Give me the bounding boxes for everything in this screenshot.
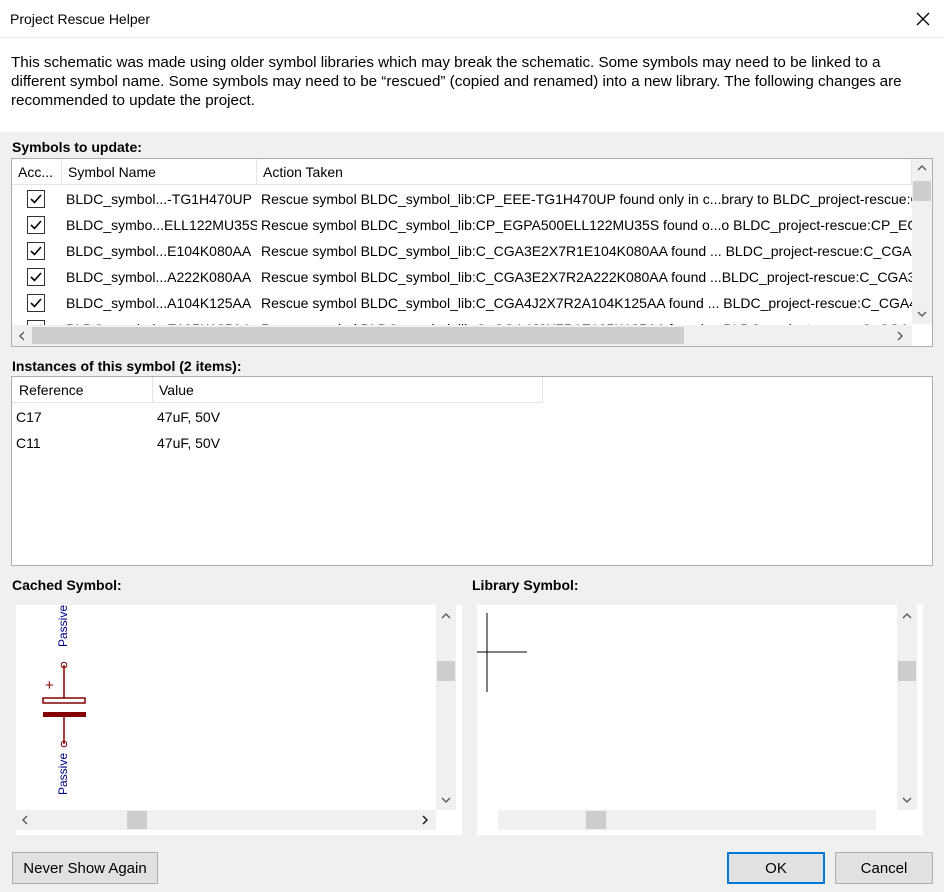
cached-horizontal-scroll-thumb[interactable]	[127, 811, 147, 829]
table-row[interactable]: C11 47uF, 50V	[12, 430, 552, 456]
crosshair-icon	[477, 613, 527, 692]
cached-vertical-scroll-thumb[interactable]	[437, 661, 455, 681]
scroll-down-icon[interactable]	[902, 795, 912, 807]
cached-symbol-preview[interactable]: + Passive Passive	[16, 605, 462, 835]
library-horizontal-scrollbar[interactable]	[498, 810, 876, 830]
library-vertical-scroll-thumb[interactable]	[898, 661, 916, 681]
symbol-name-cell: BLDC_symbol...-TG1H470UP	[66, 191, 252, 207]
plus-sign: +	[45, 677, 54, 694]
accept-checkbox[interactable]	[27, 242, 45, 260]
scroll-right-icon[interactable]	[896, 331, 904, 344]
ok-button[interactable]: OK	[727, 852, 825, 884]
pin-label-bottom: Passive	[56, 752, 70, 795]
accept-cell	[12, 212, 62, 238]
check-icon	[30, 272, 42, 282]
table-row[interactable]: BLDC_symbol...E104K080AA Rescue symbol BL…	[12, 238, 912, 264]
library-vertical-scrollbar[interactable]	[897, 605, 917, 810]
accept-checkbox[interactable]	[27, 190, 45, 208]
check-icon	[30, 246, 42, 256]
cached-vertical-scrollbar[interactable]	[436, 605, 456, 810]
column-action-taken[interactable]: Action Taken	[257, 159, 912, 185]
accept-cell	[12, 238, 62, 264]
capacitor-symbol-icon	[42, 661, 86, 748]
scroll-up-icon[interactable]	[917, 163, 927, 175]
check-icon	[30, 194, 42, 204]
value-cell: 47uF, 50V	[157, 435, 221, 451]
table-row[interactable]: BLDC_symbol...-TG1H470UP Rescue symbol BL…	[12, 186, 912, 212]
intro-panel: This schematic was made using older symb…	[0, 38, 944, 132]
column-reference[interactable]: Reference	[12, 377, 153, 403]
cancel-button[interactable]: Cancel	[835, 852, 933, 884]
column-symbol-name[interactable]: Symbol Name	[62, 159, 257, 185]
scroll-up-icon[interactable]	[902, 611, 912, 623]
symbol-name-cell: BLDC_symbol...E104K080AA	[66, 243, 252, 259]
library-horizontal-scroll-thumb[interactable]	[586, 811, 606, 829]
instances-label: Instances of this symbol (2 items):	[12, 358, 242, 374]
never-show-again-button[interactable]: Never Show Again	[12, 852, 158, 884]
symbol-name-cell: BLDC_symbo...ELL122MU35S	[66, 217, 257, 233]
symbols-label: Symbols to update:	[12, 139, 142, 155]
title-bar: Project Rescue Helper	[0, 0, 944, 38]
instances-grid[interactable]: Reference Value C17 47uF, 50V C11 47uF, 50V	[11, 376, 933, 566]
accept-cell	[12, 264, 62, 290]
action-taken-cell: Rescue symbol BLDC_symbol_lib:C_CGA3E2X7…	[261, 269, 912, 285]
table-row[interactable]: BLDC_symbo...ELL122MU35S Rescue symbol BL…	[12, 212, 912, 238]
scroll-down-icon[interactable]	[917, 309, 927, 321]
column-accept[interactable]: Acc...	[12, 159, 62, 185]
intro-text: This schematic was made using older symb…	[11, 54, 902, 109]
check-icon	[30, 220, 42, 230]
library-symbol-preview[interactable]	[477, 605, 923, 835]
table-row[interactable]: BLDC_symbol...A104K125AA Rescue symbol BL…	[12, 290, 912, 316]
check-icon	[30, 298, 42, 308]
action-taken-cell: Rescue symbol BLDC_symbol_lib:C_CGA3E2X7…	[261, 243, 912, 259]
scroll-left-icon[interactable]	[21, 815, 29, 828]
symbols-vertical-scrollbar[interactable]	[912, 159, 932, 324]
cached-horizontal-scrollbar[interactable]	[16, 810, 436, 830]
accept-checkbox[interactable]	[27, 268, 45, 286]
accept-checkbox[interactable]	[27, 294, 45, 312]
table-row[interactable]: C17 47uF, 50V	[12, 404, 552, 430]
symbols-horizontal-scrollbar[interactable]	[12, 325, 912, 346]
reference-cell: C11	[16, 435, 41, 451]
symbol-name-cell: BLDC_symbol...A104K125AA	[66, 295, 252, 311]
accept-cell	[12, 186, 62, 212]
action-taken-cell: Rescue symbol BLDC_symbol_lib:CP_EGPA500…	[261, 217, 912, 233]
scroll-right-icon[interactable]	[421, 815, 429, 828]
action-taken-cell: Rescue symbol BLDC_symbol_lib:C_CGA4J2X7…	[261, 295, 912, 311]
symbols-horizontal-scroll-thumb[interactable]	[32, 327, 684, 344]
scroll-up-icon[interactable]	[441, 611, 451, 623]
value-cell: 47uF, 50V	[157, 409, 221, 425]
scroll-down-icon[interactable]	[441, 795, 451, 807]
accept-checkbox[interactable]	[27, 216, 45, 234]
library-symbol-label: Library Symbol:	[472, 577, 579, 593]
column-value[interactable]: Value	[153, 377, 543, 403]
accept-cell	[12, 290, 62, 316]
close-icon[interactable]	[912, 8, 934, 30]
scroll-left-icon[interactable]	[18, 331, 26, 344]
symbol-name-cell: BLDC_symbol...A222K080AA	[66, 269, 252, 285]
reference-cell: C17	[16, 409, 42, 425]
symbols-grid[interactable]: Acc... Symbol Name Action Taken BLDC_sym…	[11, 158, 933, 347]
table-row[interactable]: BLDC_symbol...A222K080AA Rescue symbol BL…	[12, 264, 912, 290]
action-taken-cell: Rescue symbol BLDC_symbol_lib:CP_EEE-TG1…	[261, 191, 912, 207]
pin-label-top: Passive	[56, 604, 70, 647]
window-title: Project Rescue Helper	[10, 11, 151, 27]
symbols-vertical-scroll-thumb[interactable]	[913, 181, 931, 201]
